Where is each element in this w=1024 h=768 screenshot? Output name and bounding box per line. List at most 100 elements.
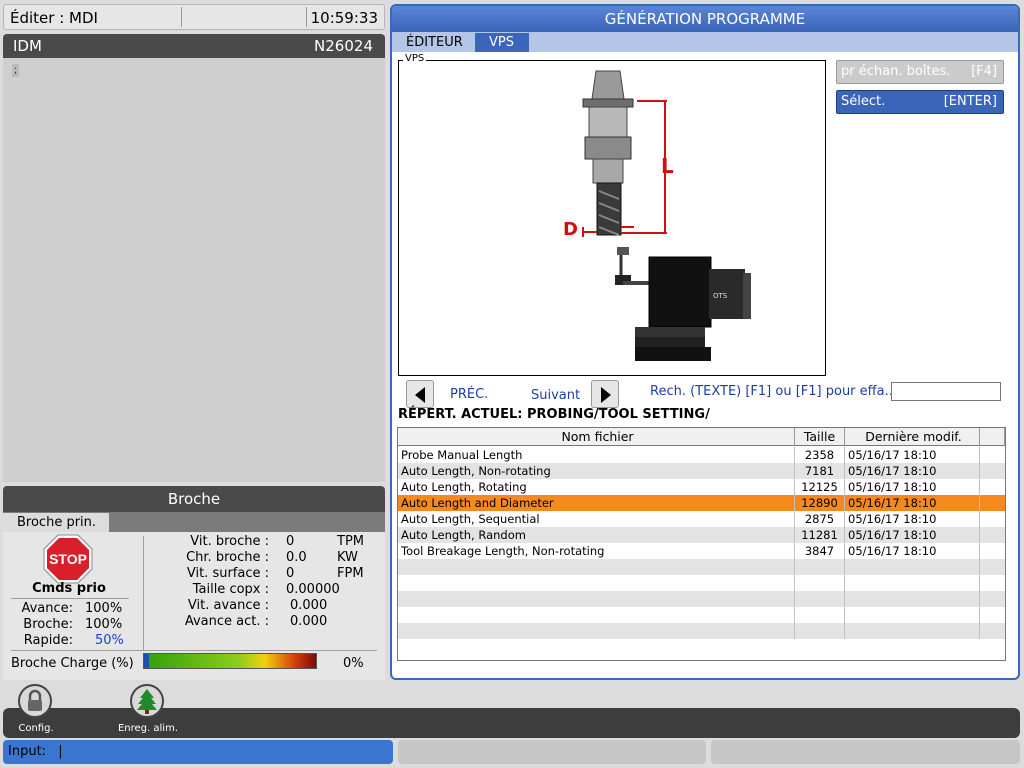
power-save-label[interactable]: Enreg. alim. (112, 723, 184, 734)
file-modified: 05/16/17 18:10 (845, 543, 980, 559)
rapid-override-label: Rapide: (23, 633, 73, 648)
spindle-speed-label: Vit. broche : (190, 534, 269, 549)
file-size: 3847 (795, 543, 845, 559)
input-bar[interactable]: Input: | (3, 740, 393, 764)
table-row[interactable]: Auto Length, Rotating 12125 05/16/17 18:10 (398, 479, 1005, 495)
row-extra (980, 527, 1005, 543)
spindle-speed-value: 0 (286, 534, 295, 549)
file-size: 12890 (795, 495, 845, 511)
file-size (795, 575, 845, 591)
divider (11, 598, 129, 599)
column-size[interactable]: Taille (795, 428, 845, 446)
file-name (398, 559, 795, 575)
next-label[interactable]: Suivant (531, 388, 580, 403)
column-modified[interactable]: Dernière modif. (845, 428, 980, 446)
file-modified (845, 575, 980, 591)
current-directory: RÉPERT. ACTUEL: PROBING/TOOL SETTING/ (398, 407, 710, 422)
stop-icon[interactable]: STOP (43, 534, 93, 584)
table-row[interactable]: Auto Length, Random 11281 05/16/17 18:10 (398, 527, 1005, 543)
search-input[interactable] (891, 382, 1001, 401)
select-button[interactable]: Sélect. [ENTER] (836, 90, 1004, 114)
file-size: 2875 (795, 511, 845, 527)
empty-row (398, 623, 1005, 639)
file-modified: 05/16/17 18:10 (845, 511, 980, 527)
surface-speed-value: 0 (286, 566, 295, 581)
row-extra (980, 559, 1005, 575)
spindle-load-label: Broche Charge (%) (11, 656, 134, 671)
spindle-override-value: 100% (85, 617, 123, 632)
empty-row (398, 607, 1005, 623)
status-field-2 (398, 740, 706, 764)
lock-icon[interactable] (18, 684, 52, 718)
row-extra (980, 447, 1005, 463)
table-row[interactable]: Probe Manual Length 2358 05/16/17 18:10 (398, 447, 1005, 463)
spindle-override-label: Broche: (23, 617, 73, 632)
file-name: Auto Length and Diameter (398, 495, 795, 511)
tool-setter-diagram: L D OTS (563, 70, 751, 361)
status-field-3 (711, 740, 1020, 764)
divider (306, 7, 307, 27)
previous-button[interactable] (406, 380, 434, 408)
file-name: Tool Breakage Length, Non-rotating (398, 543, 795, 559)
editor-area[interactable]: ; (3, 58, 385, 482)
file-name (398, 607, 795, 623)
file-size (795, 559, 845, 575)
empty-row (398, 575, 1005, 591)
table-row[interactable]: Auto Length, Non-rotating 7181 05/16/17 18… (398, 463, 1005, 479)
file-size (795, 623, 845, 639)
tree-icon[interactable] (130, 684, 164, 718)
table-row[interactable]: Auto Length and Diameter 12890 05/16/17 18… (398, 495, 1005, 511)
spindle-power-unit: KW (337, 550, 358, 565)
spindle-tabs: Broche prin. (3, 512, 385, 532)
rapid-override-value: 50% (95, 633, 124, 648)
editor-title: IDM (13, 37, 42, 55)
probe-box-label: pr échan. boîtes. (841, 64, 951, 79)
empty-row (398, 559, 1005, 575)
file-modified (845, 591, 980, 607)
row-extra (980, 623, 1005, 639)
feed-rate-label: Vit. avance : (187, 598, 269, 613)
tab-editor[interactable]: ÉDITEUR (392, 33, 478, 52)
spindle-load-value: 0% (343, 656, 364, 671)
vps-illustration: VPS L D OTS (398, 53, 826, 376)
tab-vps[interactable]: VPS (475, 33, 529, 52)
file-name (398, 575, 795, 591)
spindle-load-bar (143, 653, 317, 669)
file-table: Nom fichier Taille Dernière modif. Probe… (397, 427, 1006, 661)
empty-row (398, 591, 1005, 607)
row-extra (980, 543, 1005, 559)
overrides-title: Cmds prio (32, 581, 106, 596)
table-row[interactable]: Tool Breakage Length, Non-rotating 3847 05… (398, 543, 1005, 559)
table-row[interactable]: Auto Length, Sequential 2875 05/16/17 18:1… (398, 511, 1005, 527)
divider (181, 7, 182, 27)
arrow-right-icon (601, 387, 611, 403)
probe-box-button[interactable]: pr échan. boîtes. [F4] (836, 60, 1004, 84)
select-key: [ENTER] (943, 94, 997, 109)
clock: 10:59:33 (310, 9, 378, 27)
input-field[interactable]: | (58, 744, 62, 759)
feed-override-value: 100% (85, 601, 123, 616)
input-label: Input: (8, 744, 47, 759)
row-extra (980, 511, 1005, 527)
divider (143, 536, 144, 650)
spindle-power-value: 0.0 (286, 550, 307, 565)
file-modified (845, 607, 980, 623)
surface-speed-unit: FPM (337, 566, 364, 581)
file-name (398, 591, 795, 607)
mode-label: Éditer : MDI (10, 9, 98, 27)
file-name: Auto Length, Random (398, 527, 795, 543)
next-button[interactable] (591, 380, 619, 408)
panel-title: GÉNÉRATION PROGRAMME (392, 6, 1018, 32)
file-name: Auto Length, Rotating (398, 479, 795, 495)
edit-cursor: ; (12, 64, 19, 77)
previous-label[interactable]: PRÉC. (450, 387, 488, 402)
probe-box-key: [F4] (971, 64, 997, 79)
surface-speed-label: Vit. surface : (186, 566, 269, 581)
file-size (795, 607, 845, 623)
column-extra (980, 428, 1005, 446)
config-label[interactable]: Config. (10, 723, 62, 734)
tab-main-spindle[interactable]: Broche prin. (3, 513, 109, 532)
column-filename[interactable]: Nom fichier (398, 428, 795, 446)
chip-load-label: Taille copx : (192, 582, 269, 597)
actual-feed-label: Avance act. : (184, 614, 269, 629)
